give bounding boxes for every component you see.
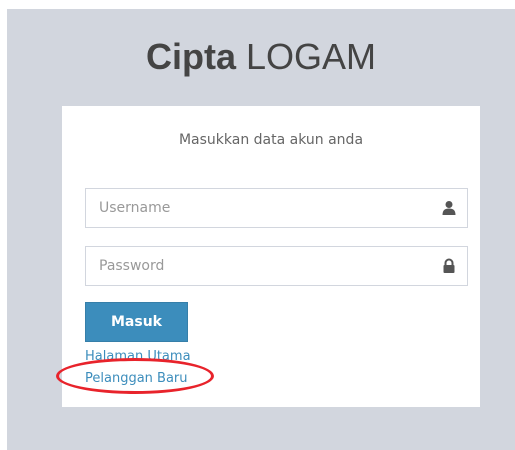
user-icon [442,201,456,215]
login-submit-button[interactable]: Masuk [85,302,188,342]
brand-name-light: LOGAM [245,36,377,77]
username-field[interactable] [85,188,468,228]
password-input[interactable] [86,247,426,285]
login-box-message: Masukkan data akun anda [178,132,364,148]
lock-icon [443,258,455,273]
password-field[interactable] [85,246,468,286]
username-input[interactable] [86,189,426,227]
brand-name-bold: Cipta [145,36,236,77]
red-highlight-circle [56,358,214,394]
brand-logo: Cipta LOGAM [7,37,515,77]
